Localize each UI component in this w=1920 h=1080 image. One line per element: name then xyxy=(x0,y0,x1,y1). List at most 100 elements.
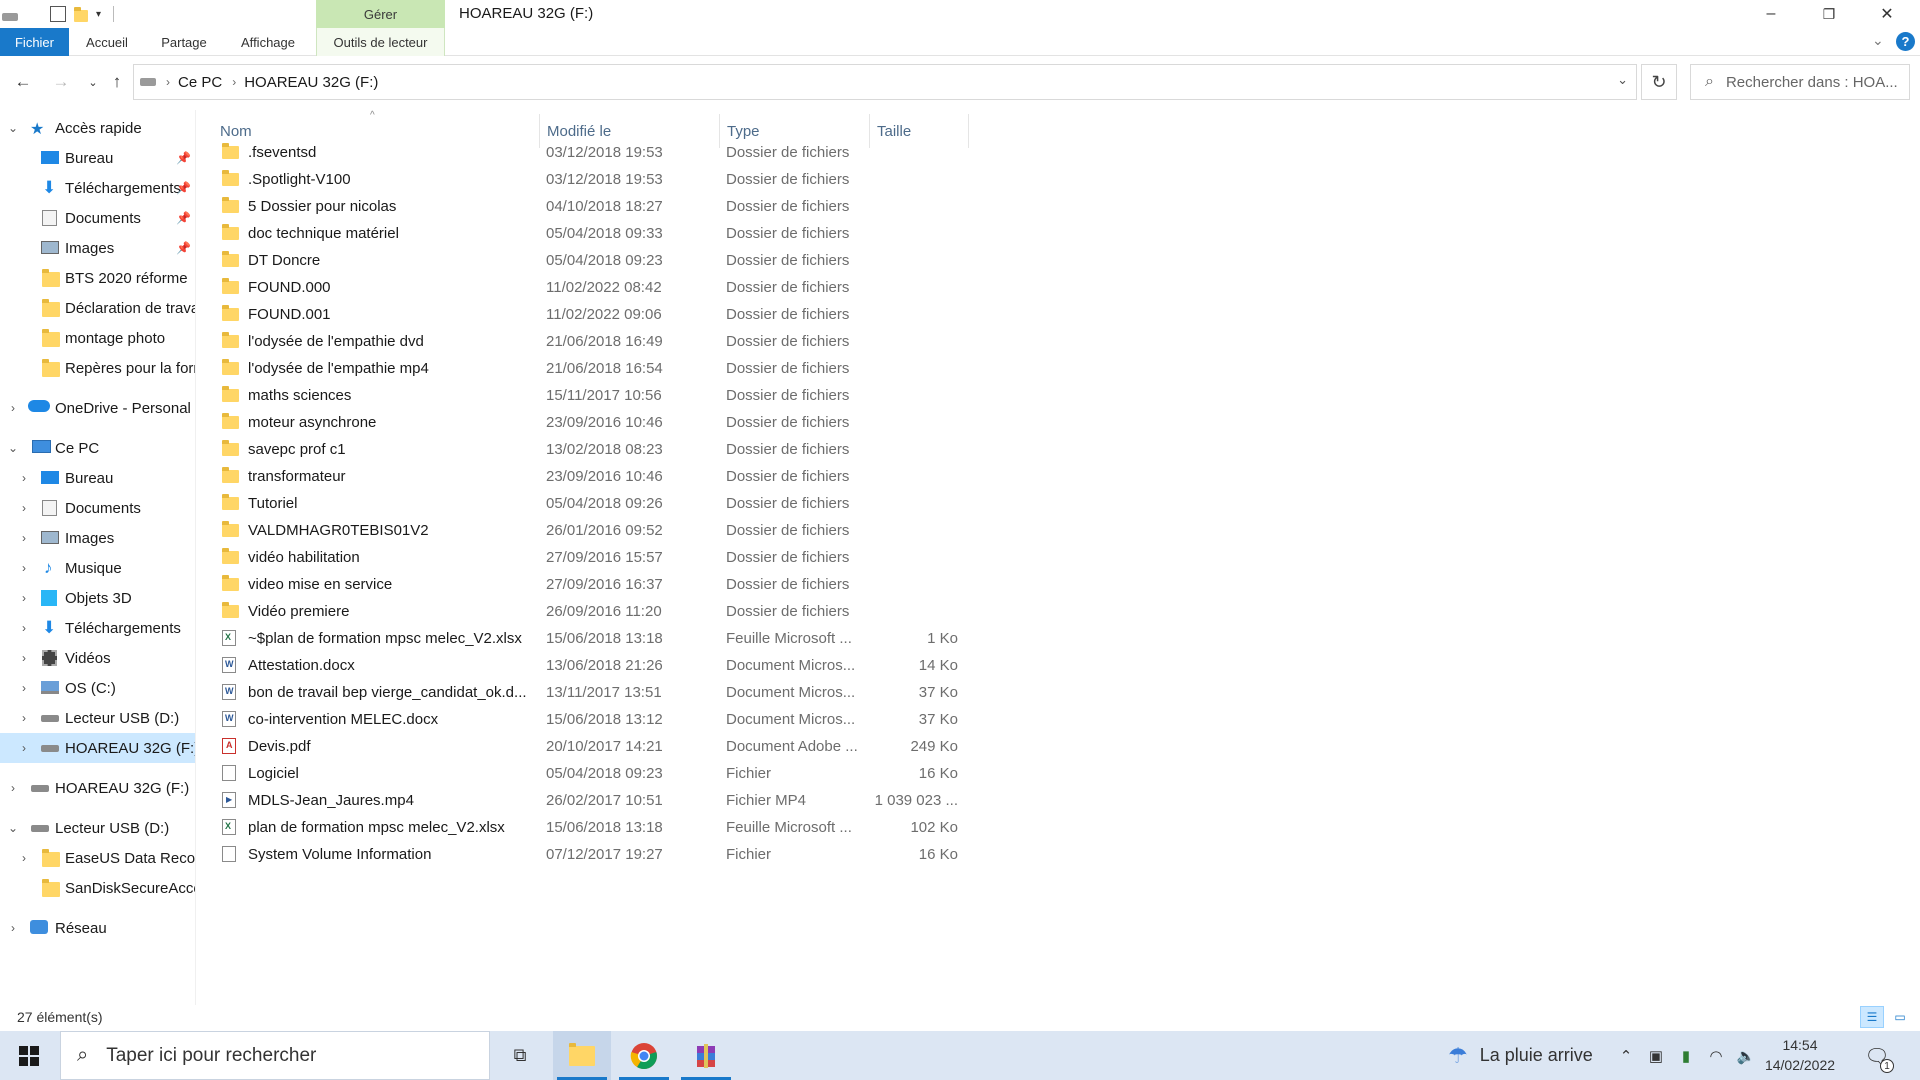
chevron-right-icon[interactable]: › xyxy=(17,851,31,865)
pin-icon[interactable]: 📌 xyxy=(176,181,191,195)
file-row[interactable]: l'odysée de l'empathie dvd 21/06/2018 16:… xyxy=(218,328,970,355)
volume-tray-button[interactable]: 🔈 xyxy=(1732,1031,1760,1080)
nav-usb-d[interactable]: ⌄ Lecteur USB (D:) xyxy=(0,813,195,843)
chevron-down-icon[interactable]: ⌄ xyxy=(6,121,20,135)
pin-icon[interactable]: 📌 xyxy=(176,241,191,255)
chevron-right-icon[interactable]: › xyxy=(17,741,31,755)
clock[interactable]: 14:54 14/02/2022 xyxy=(1760,1035,1840,1075)
nav-usb-sandisk[interactable]: SanDiskSecureAcce xyxy=(0,873,195,903)
file-row[interactable]: ~$plan de formation mpsc melec_V2.xlsx 15… xyxy=(218,625,970,652)
chrome-taskbar-button[interactable] xyxy=(615,1031,673,1080)
file-row[interactable]: vidéo habilitation 27/09/2016 15:57 Dossie… xyxy=(218,544,970,571)
breadcrumb-separator[interactable]: › xyxy=(166,75,170,89)
nav-pc-musique[interactable]: › ♪ Musique xyxy=(0,553,195,583)
chevron-right-icon[interactable]: › xyxy=(17,471,31,485)
nav-quick-bureau[interactable]: Bureau 📌 xyxy=(0,143,195,173)
nav-pc-bureau[interactable]: › Bureau xyxy=(0,463,195,493)
task-view-button[interactable]: ⧉ xyxy=(491,1031,549,1080)
file-row[interactable]: Tutoriel 05/04/2018 09:26 Dossier de fichi… xyxy=(218,490,970,517)
file-row[interactable]: MDLS-Jean_Jaures.mp4 26/02/2017 10:51 Fich… xyxy=(218,787,970,814)
file-row[interactable]: Vidéo premiere 26/09/2016 11:20 Dossier de… xyxy=(218,598,970,625)
nav-pc-images[interactable]: › Images xyxy=(0,523,195,553)
chevron-right-icon[interactable]: › xyxy=(17,651,31,665)
nav-quick-declaration[interactable]: Déclaration de trava xyxy=(0,293,195,323)
file-row[interactable]: 5 Dossier pour nicolas 04/10/2018 18:27 Do… xyxy=(218,193,970,220)
large-icons-view-button[interactable]: ▭ xyxy=(1888,1006,1912,1028)
show-hidden-icons-button[interactable]: ⌃ xyxy=(1612,1031,1640,1080)
chevron-down-icon[interactable]: ⌄ xyxy=(6,821,20,835)
customize-qat-chevron-icon[interactable]: ▾ xyxy=(96,9,101,20)
file-row[interactable]: bon de travail bep vierge_candidat_ok.d.… xyxy=(218,679,970,706)
up-button[interactable]: ↑ xyxy=(104,70,130,94)
chevron-right-icon[interactable]: › xyxy=(6,401,20,415)
chevron-right-icon[interactable]: › xyxy=(17,591,31,605)
nav-quick-documents[interactable]: Documents 📌 xyxy=(0,203,195,233)
help-icon[interactable]: ? xyxy=(1896,32,1915,51)
file-row[interactable]: moteur asynchrone 23/09/2016 10:46 Dossier… xyxy=(218,409,970,436)
back-button[interactable]: ← xyxy=(10,70,36,94)
recent-locations-button[interactable]: ⌄ xyxy=(80,70,106,94)
file-row[interactable]: Logiciel 05/04/2018 09:23 Fichier 16 Ko xyxy=(218,760,970,787)
nav-pc-os-c[interactable]: › OS (C:) xyxy=(0,673,195,703)
chevron-right-icon[interactable]: › xyxy=(17,501,31,515)
nav-pc-telechargements[interactable]: › ⬇ Téléchargements xyxy=(0,613,195,643)
file-explorer-taskbar-button[interactable] xyxy=(553,1031,611,1080)
address-history-chevron-icon[interactable]: ⌄ xyxy=(1617,72,1628,88)
file-row[interactable]: transformateur 23/09/2016 10:46 Dossier de… xyxy=(218,463,970,490)
file-row[interactable]: video mise en service 27/09/2016 16:37 Dos… xyxy=(218,571,970,598)
pin-icon[interactable]: 📌 xyxy=(176,211,191,225)
breadcrumb-separator[interactable]: › xyxy=(232,75,236,89)
file-row[interactable]: .fseventsd 03/12/2018 19:53 Dossier de fic… xyxy=(218,139,970,166)
breadcrumb-drive[interactable]: HOAREAU 32G (F:) xyxy=(244,74,378,91)
properties-checkbox-icon[interactable] xyxy=(50,6,66,22)
file-row[interactable]: .Spotlight-V100 03/12/2018 19:53 Dossier d… xyxy=(218,166,970,193)
maximize-button[interactable]: ❐ xyxy=(1800,0,1858,28)
address-bar[interactable]: › Ce PC › HOAREAU 32G (F:) ⌄ xyxy=(133,64,1637,100)
chevron-right-icon[interactable]: › xyxy=(17,531,31,545)
search-input[interactable]: ⌕ Rechercher dans : HOA... xyxy=(1690,64,1910,100)
details-view-button[interactable]: ☰ xyxy=(1860,1006,1884,1028)
nav-quick-reperes[interactable]: Repères pour la forr xyxy=(0,353,195,383)
nav-quick-montage[interactable]: montage photo xyxy=(0,323,195,353)
taskbar-search-input[interactable]: ⌕ Taper ici pour rechercher xyxy=(60,1031,490,1080)
chevron-right-icon[interactable]: › xyxy=(6,921,20,935)
file-row[interactable]: maths sciences 15/11/2017 10:56 Dossier de… xyxy=(218,382,970,409)
refresh-button[interactable]: ↻ xyxy=(1641,64,1677,100)
nav-usb-easeus[interactable]: › EaseUS Data Recov xyxy=(0,843,195,873)
nav-hoareau-f[interactable]: › HOAREAU 32G (F:) xyxy=(0,773,195,803)
chevron-right-icon[interactable]: › xyxy=(6,781,20,795)
expand-ribbon-icon[interactable]: ⌄ xyxy=(1872,32,1884,49)
chevron-right-icon[interactable]: › xyxy=(17,711,31,725)
nav-pc-videos[interactable]: › Vidéos xyxy=(0,643,195,673)
nav-quick-bts[interactable]: BTS 2020 réforme xyxy=(0,263,195,293)
nav-quick-images[interactable]: Images 📌 xyxy=(0,233,195,263)
minimize-button[interactable]: – xyxy=(1742,0,1800,28)
chevron-right-icon[interactable]: › xyxy=(17,681,31,695)
nav-network[interactable]: › Réseau xyxy=(0,913,195,943)
nav-pc-hoareau-f[interactable]: › HOAREAU 32G (F:) xyxy=(0,733,195,763)
nav-pc-objets3d[interactable]: › Objets 3D xyxy=(0,583,195,613)
file-row[interactable]: FOUND.001 11/02/2022 09:06 Dossier de fich… xyxy=(218,301,970,328)
nav-ce-pc[interactable]: ⌄ Ce PC xyxy=(0,433,195,463)
tab-partage[interactable]: Partage xyxy=(152,28,216,56)
tab-outils-de-lecteur[interactable]: Outils de lecteur xyxy=(316,28,445,56)
weather-widget[interactable]: ☂ La pluie arrive xyxy=(1448,1031,1593,1080)
chevron-right-icon[interactable]: › xyxy=(17,561,31,575)
winrar-taskbar-button[interactable] xyxy=(677,1031,735,1080)
nav-quick-access[interactable]: ⌄ ★ Accès rapide xyxy=(0,113,195,143)
network-tray-button[interactable]: ◠ xyxy=(1702,1031,1730,1080)
start-button[interactable] xyxy=(0,1031,58,1080)
battery-tray-button[interactable]: ▮ xyxy=(1672,1031,1700,1080)
chevron-right-icon[interactable]: › xyxy=(17,621,31,635)
notification-center-button[interactable]: 🗨 1 xyxy=(1862,1041,1894,1073)
display-tray-button[interactable]: ▣ xyxy=(1642,1031,1670,1080)
tab-fichier[interactable]: Fichier xyxy=(0,28,69,56)
nav-quick-telechargements[interactable]: ⬇ Téléchargements 📌 xyxy=(0,173,195,203)
file-row[interactable]: FOUND.000 11/02/2022 08:42 Dossier de fich… xyxy=(218,274,970,301)
nav-onedrive[interactable]: › OneDrive - Personal xyxy=(0,393,195,423)
new-folder-icon[interactable] xyxy=(74,6,88,22)
chevron-down-icon[interactable]: ⌄ xyxy=(6,441,20,455)
file-row[interactable]: DT Doncre 05/04/2018 09:23 Dossier de fich… xyxy=(218,247,970,274)
file-row[interactable]: l'odysée de l'empathie mp4 21/06/2018 16:… xyxy=(218,355,970,382)
file-row[interactable]: doc technique matériel 05/04/2018 09:33 Do… xyxy=(218,220,970,247)
